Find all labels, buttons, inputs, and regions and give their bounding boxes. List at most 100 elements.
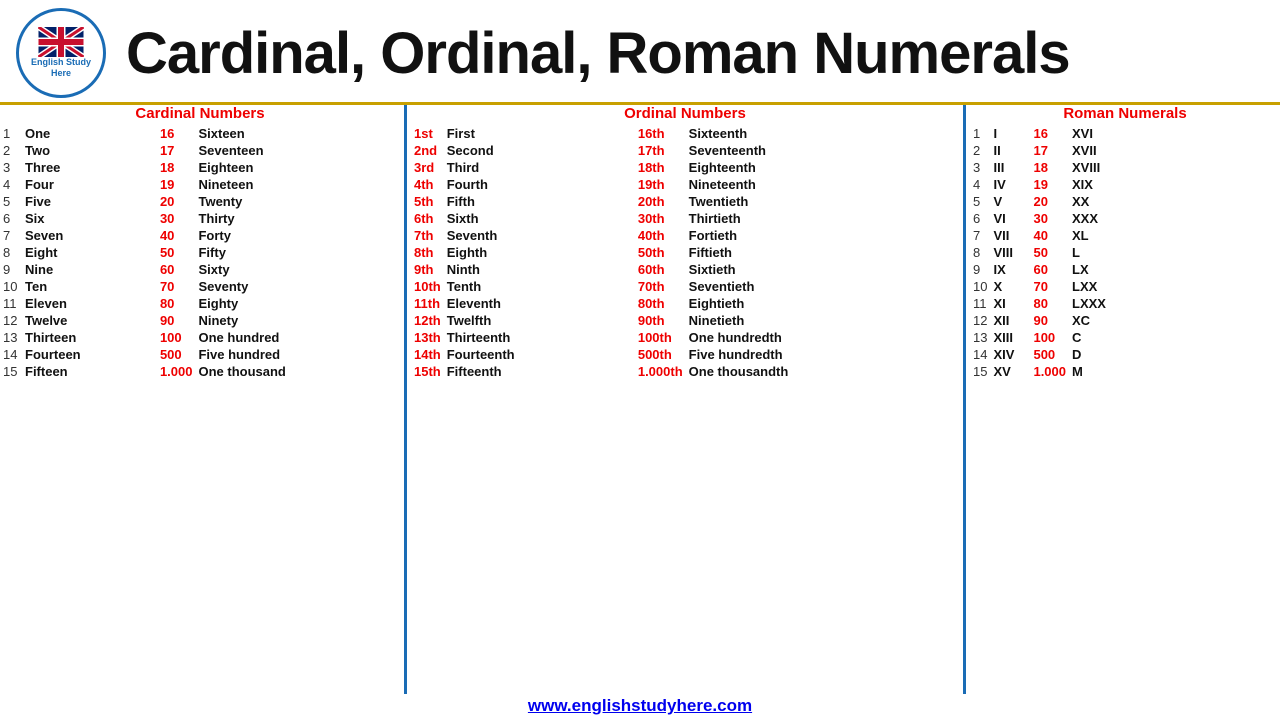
roman-num1: 6 bbox=[970, 210, 990, 227]
cardinal-word1: Seven bbox=[22, 227, 157, 244]
ordinal-word1: Eleventh bbox=[444, 295, 635, 312]
ordinal-num2: 40th bbox=[635, 227, 686, 244]
ordinal-num1: 7th bbox=[411, 227, 444, 244]
table-row: 3rd Third 18th Eighteenth bbox=[411, 159, 959, 176]
table-row: 15 XV 1.000 M bbox=[970, 363, 1280, 380]
table-row: 12th Twelfth 90th Ninetieth bbox=[411, 312, 959, 329]
roman-numeral1: IV bbox=[990, 176, 1030, 193]
cardinal-num1: 14 bbox=[0, 346, 22, 363]
footer: www.englishstudyhere.com bbox=[0, 694, 1280, 720]
ordinal-num1: 5th bbox=[411, 193, 444, 210]
ordinal-word2: Eightieth bbox=[686, 295, 959, 312]
cardinal-num1: 15 bbox=[0, 363, 22, 380]
ordinal-word1: Tenth bbox=[444, 278, 635, 295]
ordinal-word1: Sixth bbox=[444, 210, 635, 227]
ordinal-word2: Twentieth bbox=[686, 193, 959, 210]
ordinal-num1: 8th bbox=[411, 244, 444, 261]
ordinal-word1: Eighth bbox=[444, 244, 635, 261]
ordinal-num2: 16th bbox=[635, 125, 686, 142]
cardinal-word2: Eighty bbox=[195, 295, 400, 312]
ordinal-num1: 6th bbox=[411, 210, 444, 227]
table-row: 3 III 18 XVIII bbox=[970, 159, 1280, 176]
ordinal-word2: Seventieth bbox=[686, 278, 959, 295]
ordinal-num1: 9th bbox=[411, 261, 444, 278]
ordinal-word1: Ninth bbox=[444, 261, 635, 278]
website-link[interactable]: www.englishstudyhere.com bbox=[528, 696, 752, 715]
cardinal-num1: 6 bbox=[0, 210, 22, 227]
ordinal-word1: Twelfth bbox=[444, 312, 635, 329]
roman-num2: 1.000 bbox=[1030, 363, 1069, 380]
cardinal-num1: 9 bbox=[0, 261, 22, 278]
roman-numeral1: V bbox=[990, 193, 1030, 210]
table-row: 1 One 16 Sixteen bbox=[0, 125, 400, 142]
cardinal-num2: 500 bbox=[157, 346, 196, 363]
ordinal-word1: Seventh bbox=[444, 227, 635, 244]
header: English Study Here Cardinal, Ordinal, Ro… bbox=[0, 0, 1280, 105]
roman-num2: 30 bbox=[1030, 210, 1069, 227]
ordinal-num1: 2nd bbox=[411, 142, 444, 159]
roman-numeral2: XXX bbox=[1069, 210, 1280, 227]
table-row: 5 Five 20 Twenty bbox=[0, 193, 400, 210]
cardinal-num1: 13 bbox=[0, 329, 22, 346]
roman-numeral2: XVIII bbox=[1069, 159, 1280, 176]
cardinal-word2: Five hundred bbox=[195, 346, 400, 363]
roman-num2: 50 bbox=[1030, 244, 1069, 261]
cardinal-word1: Twelve bbox=[22, 312, 157, 329]
roman-numeral1: III bbox=[990, 159, 1030, 176]
table-row: 10 X 70 LXX bbox=[970, 278, 1280, 295]
ordinal-word2: Nineteenth bbox=[686, 176, 959, 193]
cardinal-num2: 60 bbox=[157, 261, 196, 278]
table-row: 8th Eighth 50th Fiftieth bbox=[411, 244, 959, 261]
cardinal-num2: 100 bbox=[157, 329, 196, 346]
ordinal-num1: 10th bbox=[411, 278, 444, 295]
ordinal-num1: 1st bbox=[411, 125, 444, 142]
roman-section: Roman Numerals 1 I 16 XVI 2 II 17 XVII 3… bbox=[970, 105, 1280, 694]
ordinal-num2: 90th bbox=[635, 312, 686, 329]
logo-text: English Study Here bbox=[31, 57, 91, 79]
ordinal-num2: 1.000th bbox=[635, 363, 686, 380]
cardinal-num1: 8 bbox=[0, 244, 22, 261]
table-row: 2 II 17 XVII bbox=[970, 142, 1280, 159]
roman-num1: 7 bbox=[970, 227, 990, 244]
roman-numeral2: LXX bbox=[1069, 278, 1280, 295]
table-row: 6th Sixth 30th Thirtieth bbox=[411, 210, 959, 227]
table-row: 1 I 16 XVI bbox=[970, 125, 1280, 142]
roman-num1: 3 bbox=[970, 159, 990, 176]
ordinal-title: Ordinal Numbers bbox=[411, 105, 959, 122]
cardinal-word2: Forty bbox=[195, 227, 400, 244]
cardinal-word1: Nine bbox=[22, 261, 157, 278]
ordinal-num2: 70th bbox=[635, 278, 686, 295]
cardinal-word1: Five bbox=[22, 193, 157, 210]
table-row: 2nd Second 17th Seventeenth bbox=[411, 142, 959, 159]
table-row: 7th Seventh 40th Fortieth bbox=[411, 227, 959, 244]
roman-num1: 8 bbox=[970, 244, 990, 261]
cardinal-num1: 12 bbox=[0, 312, 22, 329]
cardinal-word2: Sixty bbox=[195, 261, 400, 278]
ordinal-word1: First bbox=[444, 125, 635, 142]
ordinal-num1: 12th bbox=[411, 312, 444, 329]
cardinal-num2: 20 bbox=[157, 193, 196, 210]
ordinal-word1: Fifth bbox=[444, 193, 635, 210]
roman-num2: 20 bbox=[1030, 193, 1069, 210]
roman-numeral2: L bbox=[1069, 244, 1280, 261]
table-row: 2 Two 17 Seventeen bbox=[0, 142, 400, 159]
table-row: 8 VIII 50 L bbox=[970, 244, 1280, 261]
table-row: 14 XIV 500 D bbox=[970, 346, 1280, 363]
table-row: 5th Fifth 20th Twentieth bbox=[411, 193, 959, 210]
roman-numeral1: XIV bbox=[990, 346, 1030, 363]
roman-numeral2: D bbox=[1069, 346, 1280, 363]
roman-numeral1: XIII bbox=[990, 329, 1030, 346]
table-row: 11 Eleven 80 Eighty bbox=[0, 295, 400, 312]
roman-num1: 4 bbox=[970, 176, 990, 193]
roman-num1: 2 bbox=[970, 142, 990, 159]
roman-num1: 1 bbox=[970, 125, 990, 142]
table-row: 4 Four 19 Nineteen bbox=[0, 176, 400, 193]
content-area: Cardinal Numbers 1 One 16 Sixteen 2 Two … bbox=[0, 105, 1280, 694]
cardinal-num2: 50 bbox=[157, 244, 196, 261]
ordinal-word1: Fourth bbox=[444, 176, 635, 193]
roman-num2: 70 bbox=[1030, 278, 1069, 295]
ordinal-word1: Second bbox=[444, 142, 635, 159]
cardinal-word1: One bbox=[22, 125, 157, 142]
ordinal-word2: Eighteenth bbox=[686, 159, 959, 176]
roman-numeral1: VI bbox=[990, 210, 1030, 227]
